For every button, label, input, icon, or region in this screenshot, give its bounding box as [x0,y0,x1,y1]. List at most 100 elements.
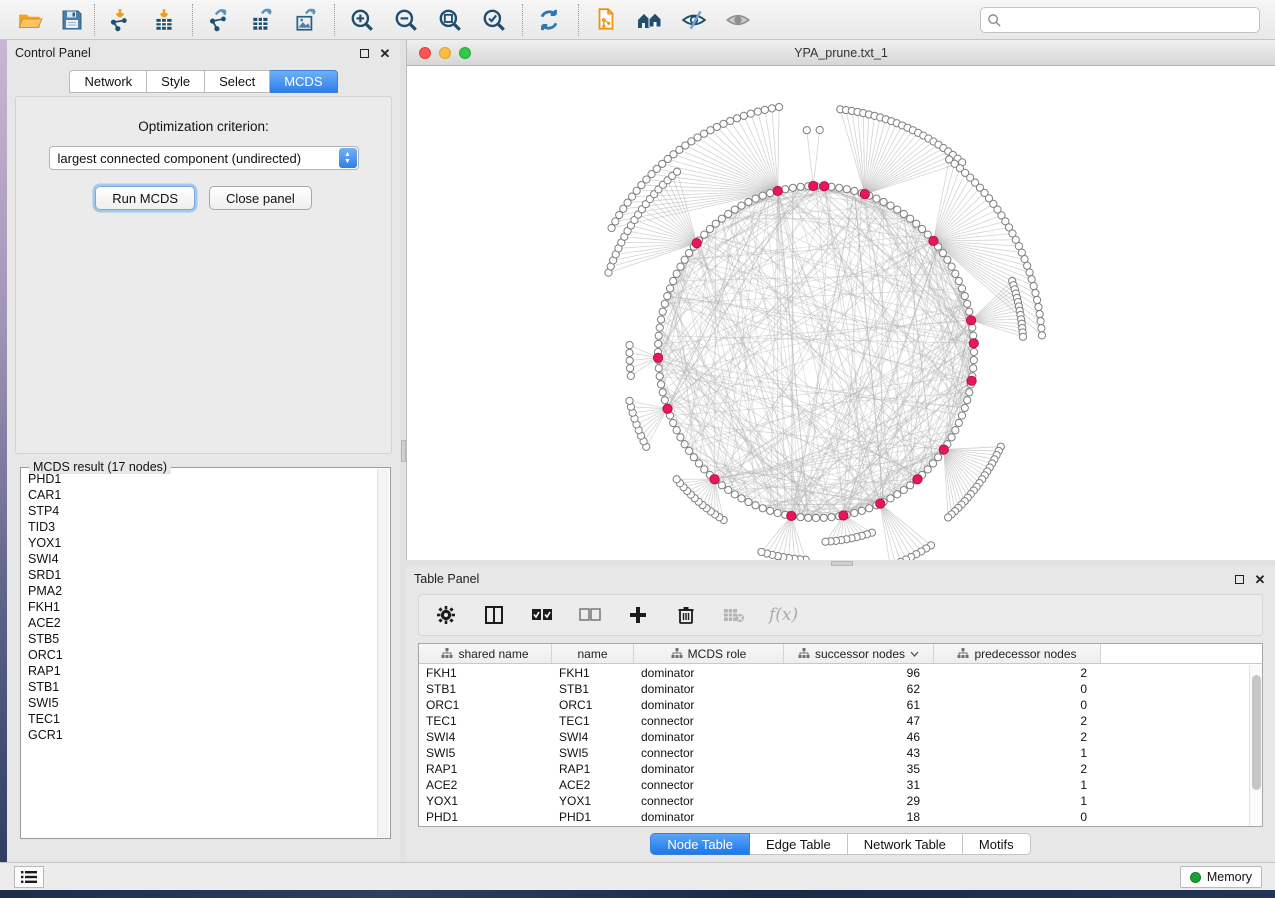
table-panel-title: Table Panel [414,572,479,586]
list-icon [21,871,37,883]
mcds-result-item[interactable]: TEC1 [28,711,377,727]
table-cell: dominator [634,730,784,744]
mcds-result-item[interactable]: FKH1 [28,599,377,615]
export-network-button[interactable] [200,3,236,37]
column-header-mcds-role[interactable]: MCDS role [634,644,784,663]
open-folder-icon [17,7,43,33]
show-graphics-details-button[interactable] [720,3,756,37]
tab-style[interactable]: Style [147,70,205,93]
table-tabs: Node Table Edge Table Network Table Moti… [406,833,1275,855]
close-panel-icon[interactable]: ✕ [1253,572,1267,586]
close-window-icon[interactable] [419,47,431,59]
export-table-button[interactable] [244,3,280,37]
table-cell: 35 [784,762,934,776]
table-row[interactable]: ORC1ORC1dominator610 [419,697,1249,713]
splitter-handle[interactable] [831,561,853,566]
task-history-button[interactable] [14,866,44,888]
search-icon [987,13,1002,28]
tab-network-table[interactable]: Network Table [848,833,963,855]
show-column-panel-button[interactable] [481,602,507,628]
mcds-result-item[interactable]: STB1 [28,679,377,695]
tab-mcds[interactable]: MCDS [270,70,337,93]
table-cell: connector [634,778,784,792]
table-row[interactable]: SWI4SWI4dominator462 [419,729,1249,745]
mcds-result-item[interactable]: CAR1 [28,487,377,503]
optimization-criterion-select[interactable]: largest connected component (undirected)… [49,146,359,170]
open-session-button[interactable] [12,3,48,37]
first-neighbors-button[interactable] [632,3,668,37]
minimize-window-icon[interactable] [439,47,451,59]
export-image-button[interactable] [288,3,324,37]
table-scrollbar[interactable] [1249,665,1262,826]
search-input[interactable] [1002,10,1259,30]
scrollbar-thumb[interactable] [1252,675,1261,790]
tab-motifs[interactable]: Motifs [963,833,1031,855]
mcds-result-item[interactable]: PHD1 [28,471,377,487]
main-toolbar [0,0,1275,40]
import-network-button[interactable] [102,3,138,37]
create-column-button[interactable] [625,602,651,628]
mcds-result-list[interactable]: PHD1CAR1STP4TID3YOX1SWI4SRD1PMA2FKH1ACE2… [22,471,377,837]
table-cell: STB1 [419,682,552,696]
tab-select[interactable]: Select [205,70,270,93]
run-mcds-button[interactable]: Run MCDS [95,186,195,210]
column-header-predecessor-nodes[interactable]: predecessor nodes [934,644,1101,663]
table-header-row: shared name name MCDS role successor nod… [419,644,1262,664]
hierarchy-icon [798,648,810,659]
zoom-in-button[interactable] [344,3,380,37]
clone-network-button[interactable] [588,3,624,37]
column-header-name[interactable]: name [552,644,634,663]
table-row[interactable]: PHD1PHD1dominator180 [419,809,1249,825]
mcds-result-item[interactable]: ORC1 [28,647,377,663]
apply-layout-button[interactable] [531,3,567,37]
network-window-titlebar[interactable]: YPA_prune.txt_1 [407,40,1275,66]
table-delete-icon [723,607,745,623]
table-row[interactable]: RAP1RAP1dominator352 [419,761,1249,777]
table-row[interactable]: TEC1TEC1connector472 [419,713,1249,729]
mcds-result-item[interactable]: SWI5 [28,695,377,711]
mcds-result-item[interactable]: RAP1 [28,663,377,679]
mcds-result-item[interactable]: TID3 [28,519,377,535]
mcds-result-item[interactable]: ACE2 [28,615,377,631]
table-row[interactable]: FKH1FKH1dominator962 [419,665,1249,681]
float-panel-icon[interactable] [1232,572,1246,586]
maximize-window-icon[interactable] [459,47,471,59]
column-header-successor-nodes[interactable]: successor nodes [784,644,934,663]
column-header-shared-name[interactable]: shared name [419,644,552,663]
select-all-rows-button[interactable] [529,602,555,628]
toolbar-separator [578,4,579,36]
hide-selected-button[interactable] [676,3,712,37]
float-panel-icon[interactable] [357,46,371,60]
mcds-result-item[interactable]: SWI4 [28,551,377,567]
mcds-result-item[interactable]: SRD1 [28,567,377,583]
close-panel-icon[interactable]: ✕ [378,46,392,60]
deselect-all-rows-button[interactable] [577,602,603,628]
mcds-result-item[interactable]: STP4 [28,503,377,519]
zoom-fit-button[interactable] [432,3,468,37]
table-cell: 0 [934,810,1101,824]
table-cell: FKH1 [552,666,634,680]
mcds-list-scrollbar[interactable] [377,469,389,837]
table-row[interactable]: YOX1YOX1connector291 [419,793,1249,809]
save-session-button[interactable] [54,3,90,37]
mcds-result-item[interactable]: GCR1 [28,727,377,743]
splitter-handle[interactable] [401,440,406,462]
table-cell: 2 [934,730,1101,744]
network-canvas[interactable] [407,66,1275,560]
zoom-out-button[interactable] [388,3,424,37]
tab-node-table[interactable]: Node Table [650,833,750,855]
close-panel-button[interactable]: Close panel [209,186,312,210]
mcds-result-item[interactable]: STB5 [28,631,377,647]
mcds-result-item[interactable]: PMA2 [28,583,377,599]
tab-edge-table[interactable]: Edge Table [750,833,848,855]
table-settings-button[interactable] [433,602,459,628]
mcds-result-item[interactable]: YOX1 [28,535,377,551]
delete-column-button[interactable] [673,602,699,628]
table-row[interactable]: ACE2ACE2connector311 [419,777,1249,793]
import-table-button[interactable] [146,3,182,37]
zoom-selected-button[interactable] [476,3,512,37]
table-row[interactable]: STB1STB1dominator620 [419,681,1249,697]
memory-button[interactable]: Memory [1180,866,1262,888]
table-row[interactable]: SWI5SWI5connector431 [419,745,1249,761]
tab-network[interactable]: Network [69,70,147,93]
